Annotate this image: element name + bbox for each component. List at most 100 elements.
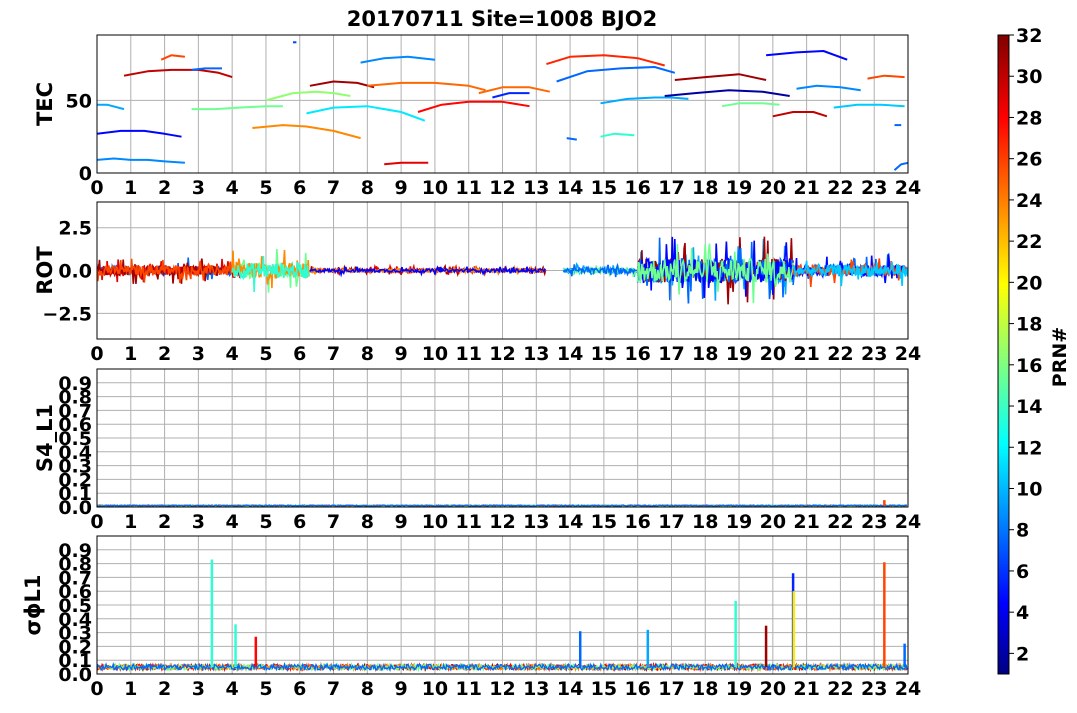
tec-xtick-label: 5 <box>259 177 272 199</box>
sigma-phi-ylabel: σϕL1 <box>21 574 45 635</box>
s4-xtick-label: 13 <box>523 511 549 533</box>
sigma-phi-ytick-label: 0.9 <box>58 540 92 562</box>
tec-xtick-label: 6 <box>293 177 306 199</box>
s4-xtick-label: 12 <box>489 511 515 533</box>
sigma-phi-xtick-label: 12 <box>489 678 515 700</box>
rot-xtick-label: 2 <box>158 343 171 365</box>
sigma-phi-xtick-label: 7 <box>327 678 340 700</box>
rot-xtick-label: 22 <box>827 343 853 365</box>
rot-xtick-label: 10 <box>422 343 448 365</box>
figure: 20170711 Site=1008 BJO2 0 1 2 3 4 5 6 7 8 9 10 11 12… <box>0 0 1077 709</box>
sigma-phi-xtick-label: 6 <box>293 678 306 700</box>
sigma-phi-xtick-label: 21 <box>793 678 819 700</box>
sigma-phi-xtick-label: 19 <box>726 678 752 700</box>
sigma-phi-xtick-label: 14 <box>557 678 583 700</box>
rot-xtick-label: 5 <box>259 343 272 365</box>
s4-panel: 0 1 2 3 4 5 6 7 8 9 10 11 12 13 14 15 16 17 18 19 20 21 22 23 24… <box>33 368 921 533</box>
s4-xtick-label: 10 <box>422 511 448 533</box>
sigma-phi-xtick-label: 17 <box>658 678 684 700</box>
sigma-phi-xtick-label: 15 <box>591 678 617 700</box>
s4-xtick-label: 8 <box>361 511 374 533</box>
rot-xtick-label: 21 <box>793 343 819 365</box>
rot-ytick-label: 2.5 <box>58 218 92 240</box>
tec-xtick-label: 9 <box>395 177 408 199</box>
sigma-phi-xtick-label: 18 <box>692 678 718 700</box>
figure-title: 20170711 Site=1008 BJO2 <box>347 7 657 31</box>
tec-xtick-label: 15 <box>591 177 617 199</box>
s4-xtick-label: 9 <box>395 511 408 533</box>
sigma-phi-xtick-label: 9 <box>395 678 408 700</box>
rot-ylabel: ROT <box>33 246 57 295</box>
figure-canvas: 20170711 Site=1008 BJO2 0 1 2 3 4 5 6 7 8 9 10 11 12… <box>21 7 1071 700</box>
rot-xtick-label: 1 <box>124 343 137 365</box>
s4-xtick-label: 6 <box>293 511 306 533</box>
tec-xtick-label: 0 <box>90 177 103 199</box>
tec-xtick-label: 7 <box>327 177 340 199</box>
tec-xtick-label: 13 <box>523 177 549 199</box>
rot-xtick-label: 16 <box>624 343 650 365</box>
sigma-phi-xtick-label: 22 <box>827 678 853 700</box>
s4-xtick-label: 19 <box>726 511 752 533</box>
s4-xtick-label: 23 <box>861 511 887 533</box>
sigma-phi-panel: 0 1 2 3 4 5 6 7 8 9 10 11 12 13 14 15 16 17 18 19 20 21 22 23 24… <box>21 535 921 700</box>
rot-xtick-label: 17 <box>658 343 684 365</box>
s4-ylabel: S4_L1 <box>33 404 57 472</box>
rot-xtick-label: 0 <box>90 343 103 365</box>
tec-xtick-label: 1 <box>124 177 137 199</box>
s4-xtick-label: 16 <box>624 511 650 533</box>
tec-xtick-label: 19 <box>726 177 752 199</box>
tec-ylabel: TEC <box>33 82 57 126</box>
sigma-phi-xtick-label: 10 <box>422 678 448 700</box>
tec-xtick-label: 21 <box>793 177 819 199</box>
rot-xtick-label: 6 <box>293 343 306 365</box>
s4-xtick-label: 11 <box>455 511 481 533</box>
tec-xtick-label: 4 <box>226 177 239 199</box>
tec-xtick-label: 8 <box>361 177 374 199</box>
tec-panel: 0 1 2 3 4 5 6 7 8 9 10 11 12 13 14 15 16 17 18 19 20 21 22 23 24… <box>33 34 921 199</box>
s4-xtick-label: 22 <box>827 511 853 533</box>
colorbar-ticks: 2468101214161820222426283032 <box>1009 25 1042 665</box>
colorbar-label: PRN# <box>1049 327 1071 387</box>
colorbar-tick-label: 16 <box>1016 355 1042 377</box>
s4-xtick-label: 1 <box>124 511 137 533</box>
sigma-phi-xtick-label: 24 <box>895 678 921 700</box>
rot-xtick-label: 12 <box>489 343 515 365</box>
rot-xtick-label: 14 <box>557 343 583 365</box>
s4-xtick-label: 4 <box>226 511 239 533</box>
rot-xtick-label: 15 <box>591 343 617 365</box>
s4-xtick-label: 20 <box>760 511 786 533</box>
s4-ytick-label: 0.9 <box>58 373 92 395</box>
colorbar-tick-label: 26 <box>1016 149 1042 171</box>
s4-xtick-label: 17 <box>658 511 684 533</box>
tec-xtick-label: 16 <box>624 177 650 199</box>
rot-xtick-label: 4 <box>226 343 239 365</box>
rot-xtick-label: 3 <box>192 343 205 365</box>
colorbar-tick-label: 22 <box>1016 231 1042 253</box>
colorbar-tick-label: 24 <box>1016 190 1042 212</box>
colorbar-tick-label: 30 <box>1016 66 1042 88</box>
rot-xtick-label: 8 <box>361 343 374 365</box>
tec-xtick-label: 22 <box>827 177 853 199</box>
sigma-phi-xtick-label: 20 <box>760 678 786 700</box>
s4-xtick-label: 5 <box>259 511 272 533</box>
s4-xtick-label: 2 <box>158 511 171 533</box>
colorbar-tick-label: 18 <box>1016 314 1042 336</box>
sigma-phi-xtick-label: 11 <box>455 678 481 700</box>
rot-ytick-label: −2.5 <box>42 303 92 325</box>
sigma-phi-xtick-label: 16 <box>624 678 650 700</box>
colorbar-tick-label: 28 <box>1016 107 1042 129</box>
sigma-phi-xtick-label: 4 <box>226 678 239 700</box>
rot-xtick-label: 18 <box>692 343 718 365</box>
tec-ytick-label: 0 <box>79 163 92 185</box>
colorbar-tick-label: 32 <box>1016 25 1042 47</box>
s4-xtick-label: 21 <box>793 511 819 533</box>
sigma-phi-xtick-label: 5 <box>259 678 272 700</box>
colorbar-tick-label: 12 <box>1016 437 1042 459</box>
s4-xtick-label: 0 <box>90 511 103 533</box>
sigma-phi-xtick-label: 13 <box>523 678 549 700</box>
tec-xtick-label: 3 <box>192 177 205 199</box>
colorbar-tick-label: 8 <box>1016 520 1029 542</box>
rot-panel: 0 1 2 3 4 5 6 7 8 9 10 11 12 13 14 15 16 17 18 19 20 21 22 23 24… <box>33 201 921 365</box>
rot-xtick-label: 7 <box>327 343 340 365</box>
tec-ytick-label: 50 <box>66 90 92 112</box>
